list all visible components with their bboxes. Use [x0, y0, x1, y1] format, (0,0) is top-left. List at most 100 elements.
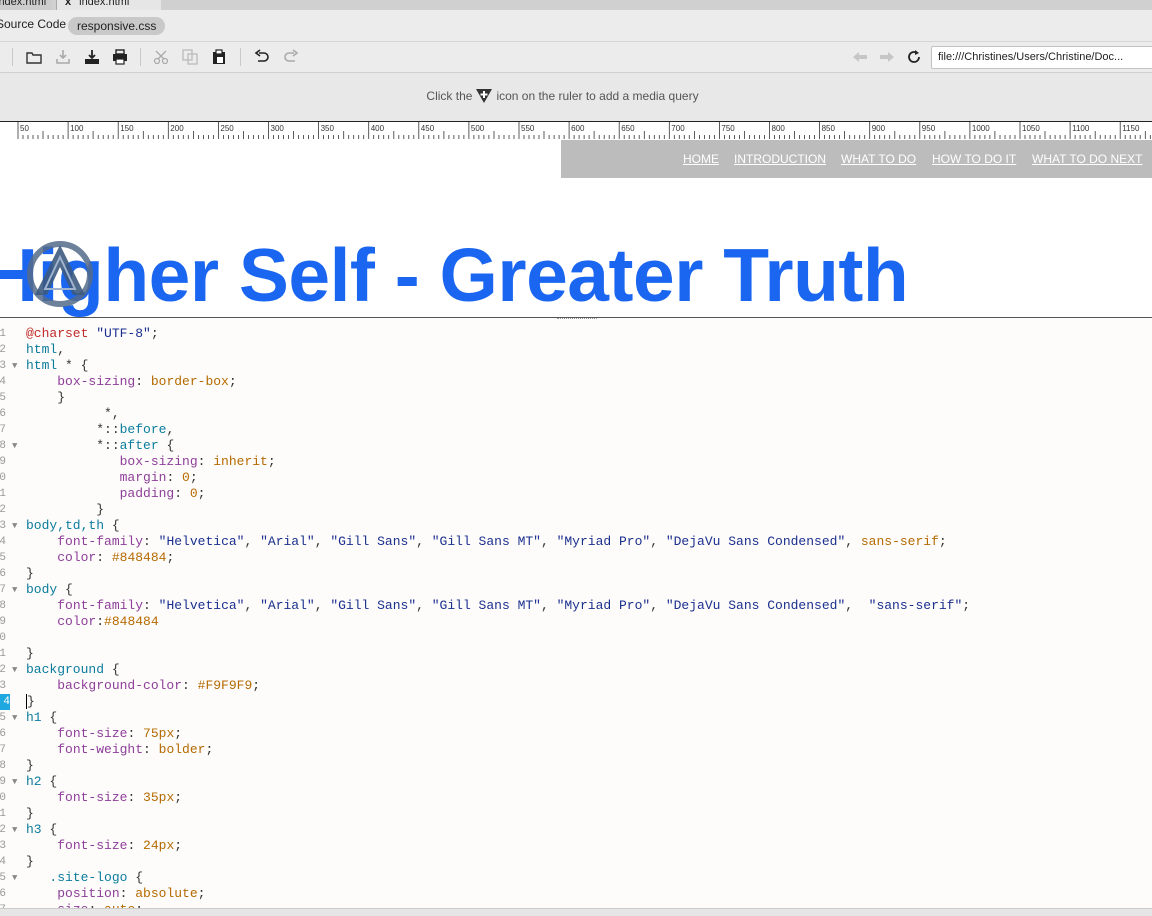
line-number: 2	[0, 344, 6, 356]
code-line[interactable]: 4 font-family: "Helvetica", "Arial", "Gi…	[0, 534, 1152, 550]
undo-icon[interactable]	[253, 48, 271, 66]
code-text: box-sizing: border-box;	[57, 374, 237, 389]
code-text: background-color: #F9F9F9;	[57, 678, 261, 693]
code-line[interactable]: 6 position: absolute;	[0, 886, 1152, 902]
code-line[interactable]: 0 margin: 0;	[0, 470, 1152, 486]
code-line[interactable]: 8 font-family: "Helvetica", "Arial", "Gi…	[0, 598, 1152, 614]
code-text: html,	[26, 342, 66, 357]
related-file-tab[interactable]: responsive.css	[68, 17, 166, 35]
line-number: 6	[0, 408, 6, 420]
nav-link-introduction[interactable]: INTRODUCTION	[734, 152, 826, 166]
refresh-icon[interactable]	[905, 48, 923, 66]
copy-icon[interactable]	[181, 48, 199, 66]
code-line[interactable]: 7 font-weight: bolder;	[0, 742, 1152, 758]
open-folder-icon[interactable]	[25, 48, 43, 66]
ruler[interactable]: 50 100 150 200 250 300 350 400 450 500 550 600 650 70…	[0, 121, 1152, 140]
ruler-tick-label: 500	[471, 124, 485, 133]
fold-arrow-icon[interactable]: ▼	[12, 822, 17, 838]
nav-link-how-to-do-it[interactable]: HOW TO DO IT	[932, 152, 1016, 166]
fold-arrow-icon[interactable]: ▼	[12, 870, 17, 886]
code-line[interactable]: 3 font-size: 24px;	[0, 838, 1152, 854]
line-number: 3	[0, 520, 6, 532]
fold-arrow-icon[interactable]: ▼	[12, 774, 17, 790]
code-editor[interactable]: 1 @charset "UTF-8"; 2 html, 3 ▼ html * {4 box-…	[0, 323, 1152, 908]
code-line[interactable]: 1 padding: 0;	[0, 486, 1152, 502]
paste-icon[interactable]	[210, 48, 228, 66]
code-line[interactable]: 8}	[0, 758, 1152, 774]
line-number: 2	[0, 504, 6, 516]
code-line[interactable]: 6}	[0, 566, 1152, 582]
code-line[interactable]: 2 ▼ background {	[0, 662, 1152, 678]
save-all-icon[interactable]	[83, 48, 101, 66]
divider	[12, 48, 13, 66]
toolbar: file:///Christines/Users/Christine/Doc..…	[0, 42, 1152, 73]
code-line[interactable]: 5 color: #848484;	[0, 550, 1152, 566]
code-line[interactable]: 7 *::before,	[0, 422, 1152, 438]
nav-link-what-to-do[interactable]: WHAT TO DO	[841, 152, 916, 166]
ruler-tick-label: 1050	[1022, 124, 1040, 133]
code-line[interactable]: 9 box-sizing: inherit;	[0, 454, 1152, 470]
save-disabled-icon[interactable]	[54, 48, 72, 66]
code-line[interactable]: 0	[0, 630, 1152, 646]
code-line[interactable]: 0 font-size: 35px;	[0, 790, 1152, 806]
line-number: 0	[0, 472, 6, 484]
print-icon[interactable]	[111, 48, 129, 66]
line-number: 1	[0, 488, 6, 500]
code-line[interactable]: 4}	[0, 694, 1152, 710]
code-text: padding: 0;	[119, 486, 206, 501]
live-view[interactable]: HOME INTRODUCTION WHAT TO DO HOW TO DO I…	[0, 139, 1152, 318]
code-line[interactable]: 2 ▼ h3 {	[0, 822, 1152, 838]
fold-arrow-icon[interactable]: ▼	[12, 518, 17, 534]
code-line[interactable]: 6 font-size: 75px;	[0, 726, 1152, 742]
ruler-tick-label: 750	[721, 124, 735, 133]
code-line[interactable]: 2 html,	[0, 342, 1152, 358]
divider	[140, 48, 141, 66]
back-icon[interactable]	[851, 48, 869, 66]
code-line[interactable]: 4 box-sizing: border-box;	[0, 374, 1152, 390]
code-line[interactable]: 3 background-color: #F9F9F9;	[0, 678, 1152, 694]
code-line[interactable]: 9 ▼ h2 {	[0, 774, 1152, 790]
nav-link-home[interactable]: HOME	[683, 152, 719, 166]
media-query-bar: Click the icon on the ruler to add a medi…	[0, 73, 1152, 121]
code-text: body,td,th {	[26, 518, 120, 533]
code-text: body {	[26, 582, 73, 597]
code-line[interactable]: 6 *,	[0, 406, 1152, 422]
line-number: 4	[0, 536, 6, 548]
fold-arrow-icon[interactable]: ▼	[12, 358, 17, 374]
line-number: 7	[0, 424, 6, 436]
line-number: 1	[0, 648, 6, 660]
ruler-tick-label: 300	[271, 124, 285, 133]
nav-link-what-to-do-next[interactable]: WHAT TO DO NEXT	[1032, 152, 1142, 166]
code-line[interactable]: 2 }	[0, 502, 1152, 518]
cut-icon[interactable]	[152, 48, 170, 66]
ruler-ticks: 50 100 150 200 250 300 350 400 450 500 550 600 650 70…	[17, 122, 1151, 139]
code-line[interactable]: 3 ▼ html * {	[0, 358, 1152, 374]
hint-text: icon on the ruler to add a media query	[496, 89, 699, 103]
code-line[interactable]: 3 ▼ body,td,th {	[0, 518, 1152, 534]
code-line[interactable]: 7 ▼ body {	[0, 582, 1152, 598]
code-line[interactable]: 1}	[0, 806, 1152, 822]
code-line[interactable]: 9 color:#848484	[0, 614, 1152, 630]
doc-tab-active[interactable]: x index.html	[56, 0, 161, 10]
code-line[interactable]: 1 @charset "UTF-8";	[0, 326, 1152, 342]
address-bar[interactable]: file:///Christines/Users/Christine/Doc..…	[931, 46, 1152, 69]
source-code-link[interactable]: Source Code	[0, 17, 66, 31]
code-line[interactable]: 4}	[0, 854, 1152, 870]
doc-tab[interactable]: index.html	[0, 0, 53, 10]
code-line[interactable]: 1}	[0, 646, 1152, 662]
fold-arrow-icon[interactable]: ▼	[12, 438, 17, 454]
code-line[interactable]: 5 ▼ .site-logo {	[0, 870, 1152, 886]
fold-arrow-icon[interactable]: ▼	[12, 582, 17, 598]
redo-icon[interactable]	[282, 48, 300, 66]
forward-icon[interactable]	[878, 48, 896, 66]
code-line[interactable]: 5 ▼ h1 {	[0, 710, 1152, 726]
code-text: font-family: "Helvetica", "Arial", "Gill…	[57, 598, 971, 613]
code-line[interactable]: 8 ▼ *::after {	[0, 438, 1152, 454]
ruler-tick-label: 900	[872, 124, 886, 133]
fold-arrow-icon[interactable]: ▼	[12, 662, 17, 678]
code-line[interactable]: 5 }	[0, 390, 1152, 406]
fold-arrow-icon[interactable]: ▼	[12, 710, 17, 726]
code-text: font-size: 75px;	[57, 726, 183, 741]
close-icon[interactable]: x	[65, 0, 71, 8]
code-text: font-weight: bolder;	[57, 742, 214, 757]
